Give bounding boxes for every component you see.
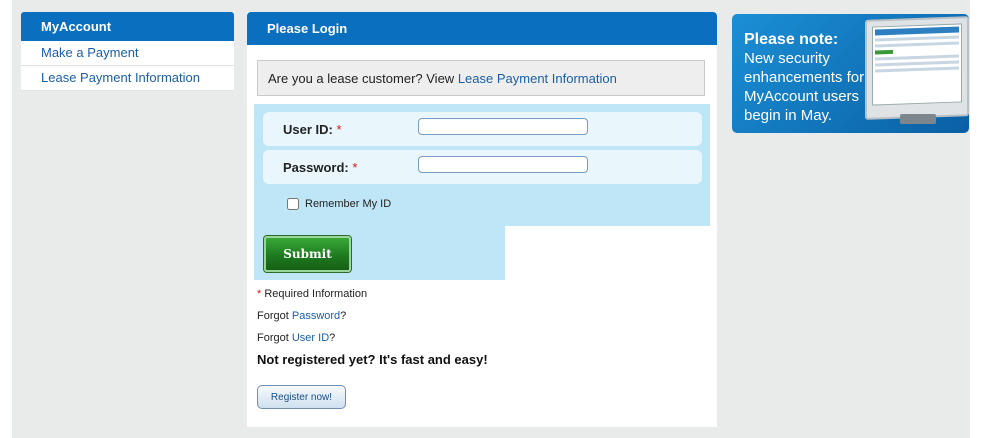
required-asterisk: * <box>352 160 358 175</box>
remember-my-id-label: Remember My ID <box>305 198 392 210</box>
login-form: User ID: * Password: * Remember My ID <box>254 104 710 226</box>
password-label: Password: * <box>283 160 358 175</box>
user-id-label: User ID: * <box>283 122 342 137</box>
promo-heading: Please note: <box>744 31 839 48</box>
forgot-userid-line: Forgot User ID? <box>257 332 335 344</box>
forgot-prefix: Forgot <box>257 332 289 344</box>
register-now-button[interactable]: Register now! <box>257 385 346 409</box>
lease-prompt-text: Are you a lease customer? View <box>268 71 455 86</box>
remember-my-id[interactable]: Remember My ID <box>287 198 391 210</box>
required-asterisk: * <box>257 288 262 300</box>
lease-payment-info-link[interactable]: Lease Payment Information <box>458 71 617 86</box>
lease-customer-notice: Are you a lease customer? View Lease Pay… <box>257 60 705 96</box>
forgot-userid-link[interactable]: User ID <box>292 332 329 344</box>
required-info-note: * Required Information <box>257 288 367 300</box>
account-sidebar: MyAccount Make a Payment Lease Payment I… <box>21 12 234 91</box>
forgot-prefix: Forgot <box>257 310 289 322</box>
sidebar-title: MyAccount <box>21 12 234 41</box>
not-registered-heading: Not registered yet? It's fast and easy! <box>257 352 488 367</box>
promo-body: New security enhancements for MyAccount … <box>744 50 865 124</box>
required-asterisk: * <box>336 122 342 137</box>
monitor-stand <box>900 114 936 124</box>
question-mark: ? <box>340 310 347 322</box>
submit-area: Submit <box>254 226 505 280</box>
security-notice-banner[interactable]: Please note: New security enhancements f… <box>732 14 969 133</box>
user-id-row: User ID: * <box>263 112 702 146</box>
required-info-text: Required Information <box>264 288 368 300</box>
promo-text: Please note: New security enhancements f… <box>744 30 894 125</box>
login-panel: Please Login Are you a lease customer? V… <box>247 12 717 427</box>
forgot-password-line: Forgot Password? <box>257 310 346 322</box>
password-row: Password: * <box>263 150 702 184</box>
forgot-password-link[interactable]: Password <box>292 310 340 322</box>
sidebar-item-make-payment[interactable]: Make a Payment <box>21 41 234 66</box>
submit-button[interactable]: Submit <box>264 236 351 272</box>
user-id-input[interactable] <box>418 118 588 135</box>
login-panel-title: Please Login <box>247 12 717 45</box>
password-input[interactable] <box>418 156 588 173</box>
sidebar-item-lease-payment-info[interactable]: Lease Payment Information <box>21 66 234 91</box>
question-mark: ? <box>329 332 336 344</box>
remember-my-id-checkbox[interactable] <box>287 198 299 210</box>
